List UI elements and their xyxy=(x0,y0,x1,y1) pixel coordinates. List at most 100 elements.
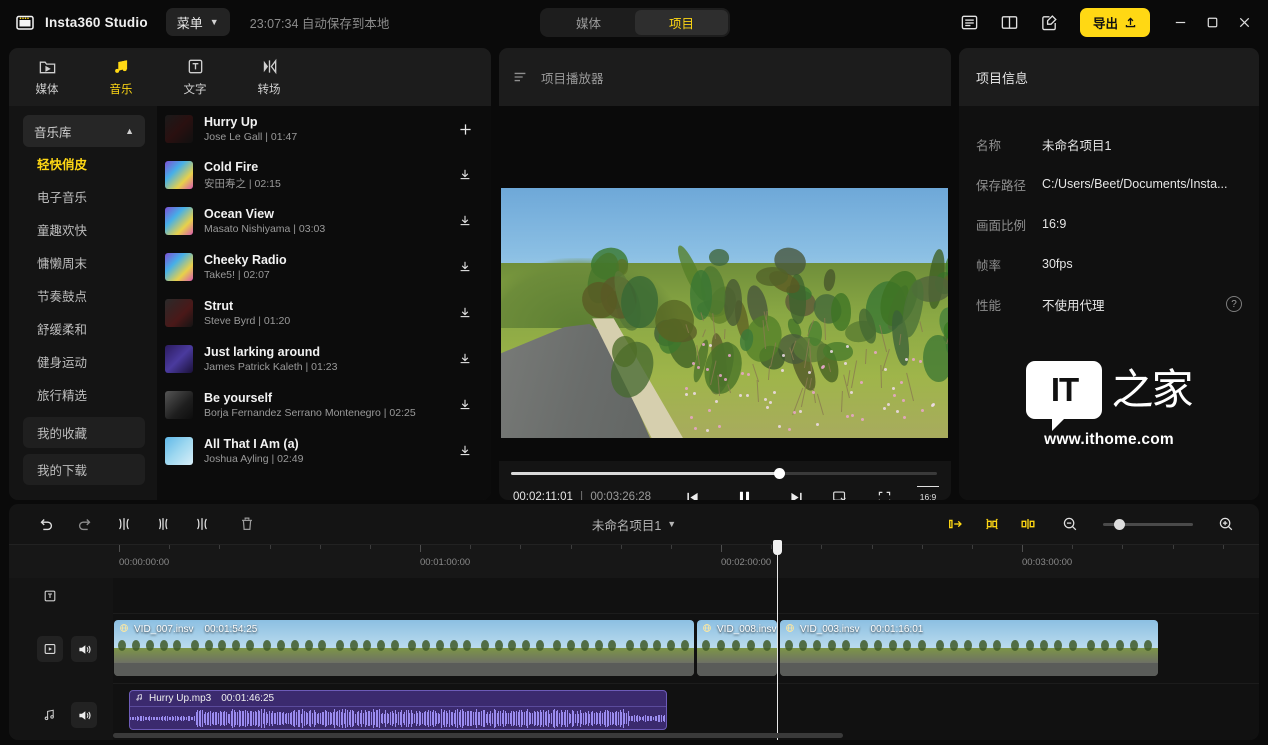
fullscreen-icon[interactable] xyxy=(873,486,895,500)
my-favorites-button[interactable]: 我的收藏 xyxy=(23,417,145,448)
music-track-list[interactable]: Hurry Up Jose Le Gall | 01:47 Cold Fire 安田寿… xyxy=(157,106,491,500)
info-value-ratio: 16:9 xyxy=(1042,217,1242,231)
add-icon[interactable] xyxy=(453,117,477,141)
zoom-out-icon[interactable] xyxy=(1055,510,1085,538)
split-icon[interactable] xyxy=(148,510,178,538)
music-track-row[interactable]: Ocean View Masato Nishiyama | 03:03 xyxy=(157,198,491,244)
download-icon[interactable] xyxy=(453,347,477,371)
edit-note-icon[interactable] xyxy=(1034,7,1066,37)
category-item-1[interactable]: 电子音乐 xyxy=(23,180,145,213)
category-item-3[interactable]: 慵懒周末 xyxy=(23,246,145,279)
clip-name: VID_003.insv xyxy=(800,624,859,635)
category-item-6[interactable]: 健身运动 xyxy=(23,345,145,378)
track-cover xyxy=(165,391,193,419)
aspect-ratio-label: 16:9 xyxy=(920,492,937,500)
pause-icon[interactable] xyxy=(733,486,755,500)
download-icon[interactable] xyxy=(453,209,477,233)
speaker-icon[interactable] xyxy=(71,702,97,728)
scene-flower xyxy=(860,381,863,384)
download-icon[interactable] xyxy=(453,301,477,325)
my-downloads-button[interactable]: 我的下载 xyxy=(23,454,145,485)
video-clip[interactable]: VID_007.insv 00:01:54:25 xyxy=(114,620,694,676)
video-clip[interactable]: VID_008.insv xyxy=(697,620,777,676)
library-tab-text[interactable]: 文字 xyxy=(171,57,219,97)
download-icon[interactable] xyxy=(453,163,477,187)
close-icon[interactable] xyxy=(1228,0,1260,44)
export-button[interactable]: 导出 xyxy=(1080,8,1150,37)
aspect-ratio-badge[interactable]: 16:9 xyxy=(917,486,939,500)
redo-icon[interactable] xyxy=(70,510,100,538)
no-crop-icon[interactable] xyxy=(829,486,851,500)
library-tab-media-label: 媒体 xyxy=(36,81,59,97)
speaker-icon[interactable] xyxy=(71,636,97,662)
category-item-5[interactable]: 舒缓柔和 xyxy=(23,312,145,345)
align-start-icon[interactable] xyxy=(947,515,965,533)
text-track-icon[interactable] xyxy=(37,583,63,609)
music-track-row[interactable]: Be yourself Borja Fernandez Serrano Monte… xyxy=(157,382,491,428)
category-item-4[interactable]: 节奏鼓点 xyxy=(23,279,145,312)
music-track-row[interactable]: All That I Am (a) Joshua Ayling | 02:49 xyxy=(157,428,491,474)
split-align-icon[interactable] xyxy=(1019,515,1037,533)
audio-clip-duration: 00:01:46:25 xyxy=(221,693,274,704)
tab-media[interactable]: 媒体 xyxy=(542,10,635,35)
minimize-icon[interactable] xyxy=(1164,0,1196,44)
split-right-icon[interactable] xyxy=(187,510,217,538)
music-track-row[interactable]: Strut Steve Byrd | 01:20 xyxy=(157,290,491,336)
music-library-header[interactable]: 音乐库 ▲ xyxy=(23,115,145,147)
video-clip[interactable]: VID_003.insv 00:01:16:01 xyxy=(780,620,1158,676)
music-track-row[interactable]: Cheeky Radio Take5! | 02:07 xyxy=(157,244,491,290)
prev-frame-icon[interactable] xyxy=(681,486,703,500)
text-box-icon xyxy=(186,57,205,76)
music-track-row[interactable]: Hurry Up Jose Le Gall | 01:47 xyxy=(157,106,491,152)
category-item-2[interactable]: 童趣欢快 xyxy=(23,213,145,246)
download-icon[interactable] xyxy=(453,439,477,463)
info-row-path: 保存路径 C:/Users/Beet/Documents/Insta... xyxy=(959,164,1259,204)
library-tab-transition[interactable]: 转场 xyxy=(245,57,293,97)
audio-clip[interactable]: Hurry Up.mp3 00:01:46:25 xyxy=(129,690,667,730)
playhead[interactable] xyxy=(777,544,778,740)
category-item-7[interactable]: 旅行精选 xyxy=(23,378,145,411)
tab-project[interactable]: 项目 xyxy=(635,10,728,35)
track-meta: All That I Am (a) Joshua Ayling | 02:49 xyxy=(204,437,453,465)
zoom-slider[interactable] xyxy=(1103,523,1193,526)
music-track-icon[interactable] xyxy=(37,702,63,728)
track-title: Hurry Up xyxy=(204,115,453,129)
timeline-ruler[interactable]: 00:00:00:00 00:01:00:00 00:02:00:00 00:03:0… xyxy=(9,544,1259,578)
zoom-slider-knob[interactable] xyxy=(1114,519,1125,530)
track-meta: Ocean View Masato Nishiyama | 03:03 xyxy=(204,207,453,235)
video-track-icon[interactable] xyxy=(37,636,63,662)
preview-video-frame[interactable] xyxy=(501,188,948,438)
book-icon[interactable] xyxy=(994,7,1026,37)
ithome-watermark: IT 之家 www.ithome.com xyxy=(959,361,1259,449)
subtitle-icon[interactable] xyxy=(954,7,986,37)
ruler-tick xyxy=(1022,545,1023,552)
ruler-label: 00:00:00:00 xyxy=(119,557,169,568)
download-icon[interactable] xyxy=(453,255,477,279)
next-frame-icon[interactable] xyxy=(785,486,807,500)
maximize-icon[interactable] xyxy=(1196,0,1228,44)
chevron-down-icon[interactable]: ▼ xyxy=(667,519,676,529)
category-item-0[interactable]: 轻快俏皮 xyxy=(23,147,145,180)
help-icon[interactable]: ? xyxy=(1226,296,1242,312)
playhead-knob[interactable] xyxy=(773,540,782,555)
undo-icon[interactable] xyxy=(31,510,61,538)
zoom-in-icon[interactable] xyxy=(1211,510,1241,538)
ruler-tick xyxy=(270,545,271,549)
library-tab-media[interactable]: 媒体 xyxy=(23,57,71,97)
delete-icon[interactable] xyxy=(232,510,262,538)
info-value-name: 未命名项目1 xyxy=(1042,135,1242,154)
timeline-horizontal-scrollbar[interactable] xyxy=(113,733,843,738)
music-track-row[interactable]: Just larking around James Patrick Kaleth … xyxy=(157,336,491,382)
timeline-text-track[interactable] xyxy=(9,578,1259,614)
audio-waveform xyxy=(130,708,666,729)
music-track-row[interactable]: Cold Fire 安田寿之 | 02:15 xyxy=(157,152,491,198)
library-tab-music[interactable]: 音乐 xyxy=(97,57,145,97)
project-info-body: 名称 未命名项目1 保存路径 C:/Users/Beet/Documents/I… xyxy=(959,106,1259,500)
scrubber-knob[interactable] xyxy=(774,468,785,479)
menu-button[interactable]: 菜单 ▼ xyxy=(166,8,230,36)
preview-controls: 00:02:11:01 | 00:03:26:28 16:9 xyxy=(499,461,951,500)
split-left-icon[interactable] xyxy=(109,510,139,538)
download-icon[interactable] xyxy=(453,393,477,417)
preview-scrubber[interactable] xyxy=(511,472,937,475)
snap-icon[interactable] xyxy=(983,515,1001,533)
